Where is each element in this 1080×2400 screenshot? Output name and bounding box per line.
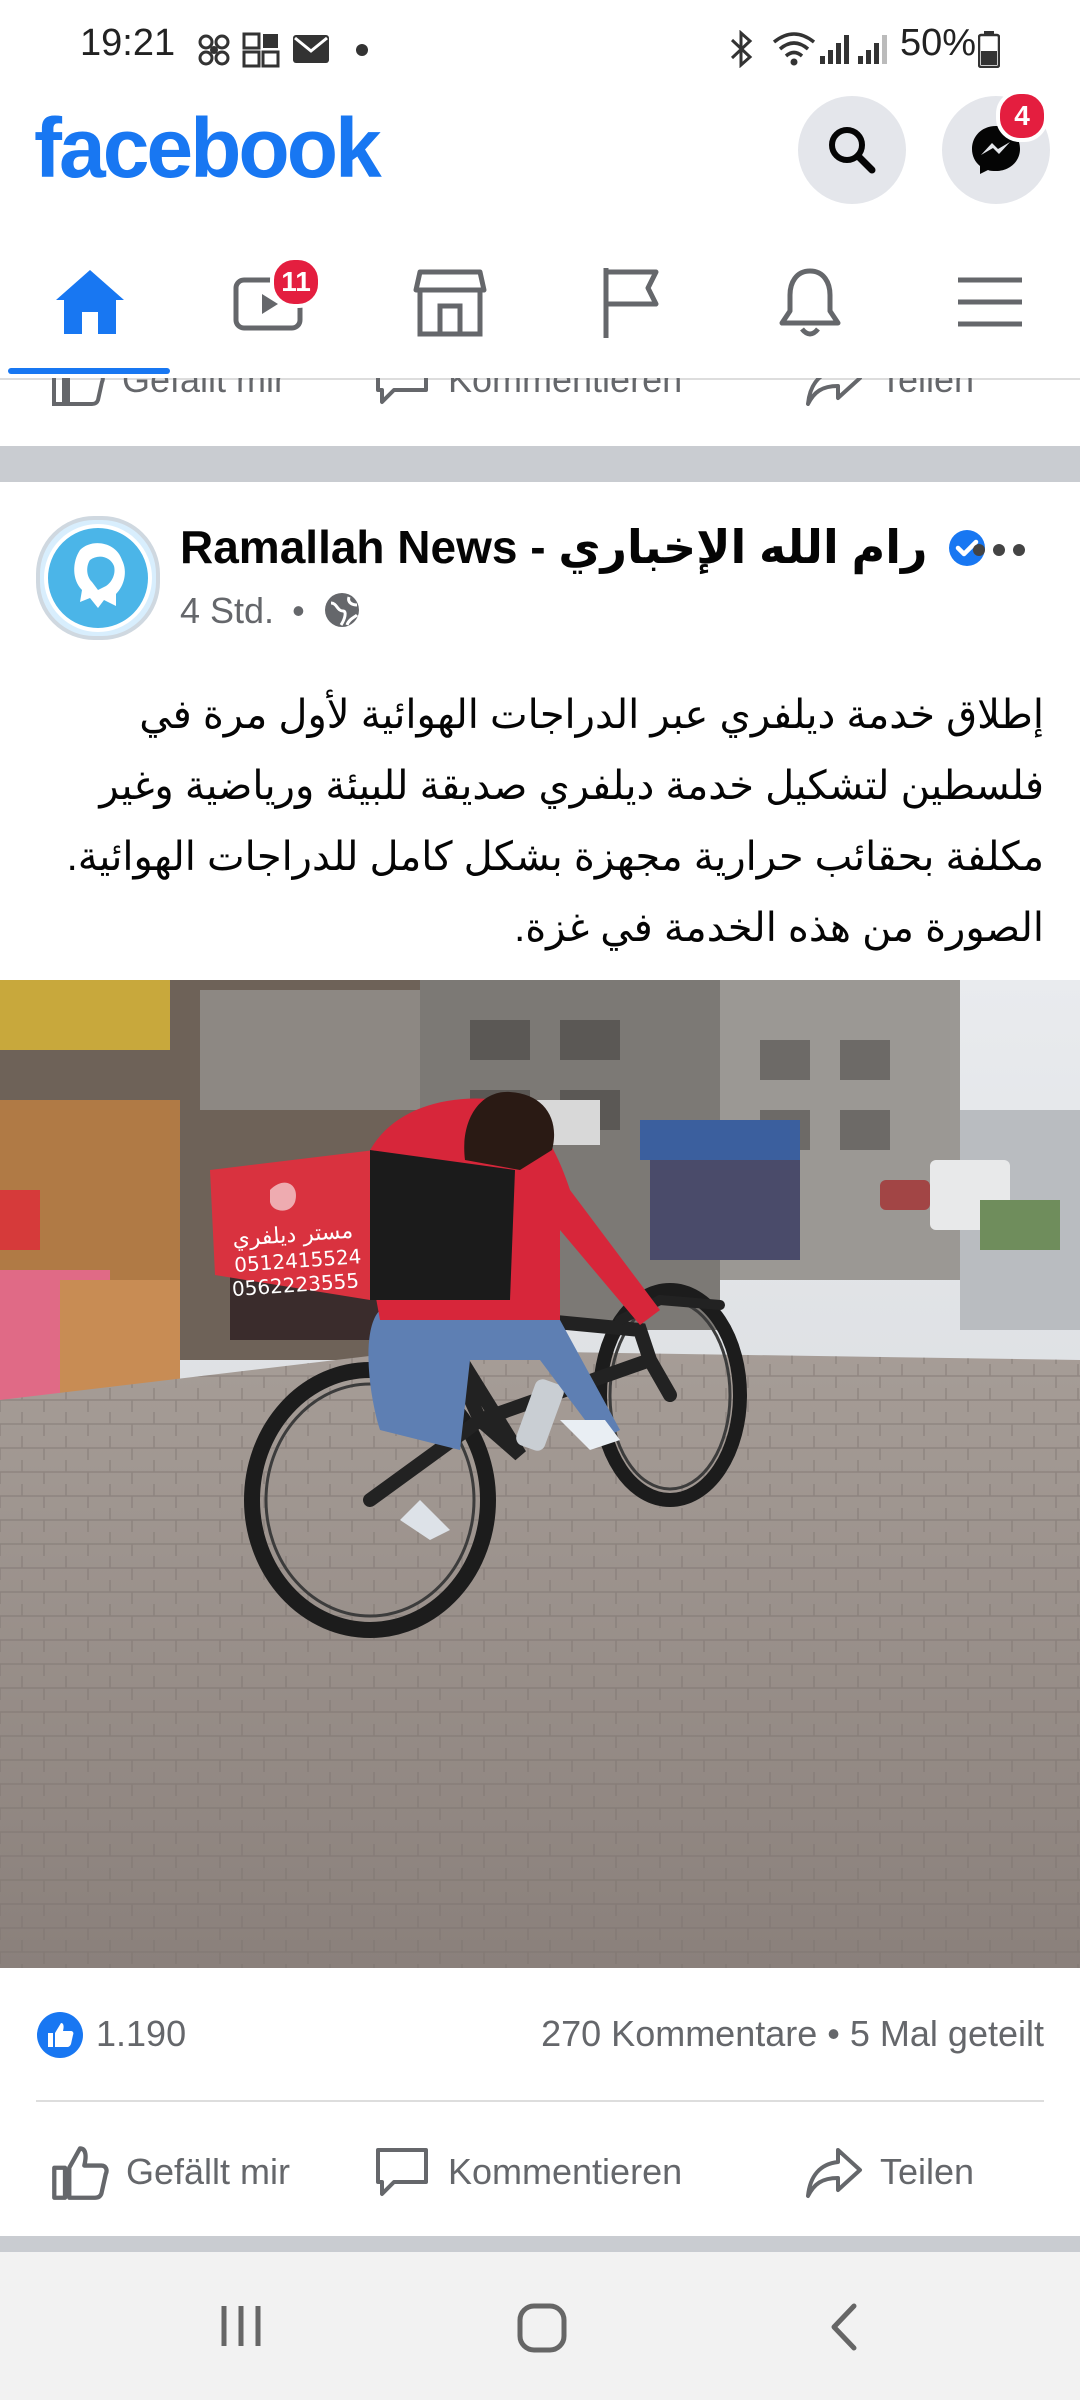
prev-share-button[interactable]: Teilen	[804, 378, 974, 406]
post-meta: 4 Std. •	[180, 590, 361, 632]
page-name-text: Ramallah News - رام الله الإخباري	[180, 521, 928, 573]
menu-icon	[958, 277, 1022, 327]
page-avatar[interactable]	[36, 516, 160, 640]
home-button-icon[interactable]	[516, 2302, 568, 2354]
lion-logo	[44, 524, 152, 632]
mail-icon	[293, 35, 329, 63]
home-icon	[56, 270, 124, 334]
battery-icon	[978, 31, 1000, 68]
post-time[interactable]: 4 Std.	[180, 590, 274, 631]
post-actions: Gefällt mir Kommentieren Teilen	[36, 2100, 1044, 2242]
search-icon	[829, 127, 876, 174]
prev-like-button[interactable]: Gefällt mir	[50, 378, 286, 406]
status-bar: 19:21 50%	[0, 0, 1080, 100]
comment-icon	[376, 378, 428, 404]
main-nav: 11	[0, 240, 1080, 380]
like-button[interactable]: Gefällt mir	[50, 2102, 290, 2242]
meta-dot: •	[292, 590, 305, 631]
system-navigation-bar	[0, 2252, 1080, 2400]
comment-count[interactable]: 270 Kommentare	[541, 2013, 817, 2054]
bell-icon	[779, 268, 841, 337]
bluetooth-icon	[730, 30, 753, 68]
more-options-button[interactable]	[972, 522, 1026, 567]
delivery-bag: مستر ديلفري 0512415524 0562223555	[210, 1150, 515, 1301]
signal-icon	[820, 35, 849, 64]
previous-post-actions: Gefällt mir Kommentieren Teilen	[0, 378, 1080, 406]
page-name[interactable]: Ramallah News - رام الله الإخباري	[180, 520, 986, 574]
comment-label: Kommentieren	[448, 2151, 683, 2192]
post-stats: 1.190 270 Kommentare • 5 Mal geteilt	[36, 2005, 1044, 2065]
marketplace-icon	[413, 269, 487, 337]
share-icon	[806, 2148, 862, 2198]
video-badge: 11	[270, 256, 322, 308]
pinwheel-icon	[198, 34, 230, 66]
facebook-logo[interactable]: facebook	[34, 100, 382, 197]
share-button[interactable]: Teilen	[804, 2102, 974, 2242]
messenger-button[interactable]: 4	[942, 90, 1050, 204]
stats-dot: •	[827, 2013, 850, 2054]
post-text: إطلاق خدمة ديلفري عبر الدراجات الهوائية …	[66, 693, 1044, 950]
tab-notifications[interactable]	[720, 240, 900, 378]
like-reaction-icon	[37, 2012, 83, 2058]
globe-icon	[324, 593, 359, 627]
back-icon[interactable]	[826, 2302, 860, 2352]
messenger-badge: 4	[996, 90, 1048, 142]
feed-separator	[0, 446, 1080, 482]
prev-like-label: Gefällt mir	[122, 378, 287, 400]
status-time: 19:21	[80, 22, 176, 64]
tab-marketplace[interactable]	[360, 240, 540, 378]
comment-button[interactable]: Kommentieren	[372, 2102, 682, 2242]
like-label: Gefällt mir	[126, 2151, 291, 2192]
prev-comment-label: Kommentieren	[448, 378, 683, 400]
search-button[interactable]	[798, 96, 906, 204]
comments-shares: 270 Kommentare • 5 Mal geteilt	[541, 2013, 1044, 2055]
share-icon	[806, 378, 862, 406]
delivery-bike-photo: مستر ديلفري 0512415524 0562223555	[0, 980, 1080, 1968]
prev-comment-button[interactable]: Kommentieren	[372, 378, 682, 406]
wifi-icon	[772, 32, 816, 66]
share-count[interactable]: 5 Mal geteilt	[850, 2013, 1044, 2054]
reaction-count[interactable]: 1.190	[96, 2013, 186, 2055]
recent-apps-icon[interactable]	[216, 2302, 266, 2350]
gallery-icon	[242, 32, 280, 68]
share-label: Teilen	[880, 2151, 975, 2192]
battery-percent: 50%	[900, 22, 977, 64]
tab-menu[interactable]	[900, 240, 1080, 378]
signal-icon-2	[858, 35, 887, 64]
tab-pages[interactable]	[540, 240, 720, 378]
tab-video[interactable]: 11	[180, 240, 360, 378]
flag-icon	[603, 268, 659, 338]
post-photo[interactable]: مستر ديلفري 0512415524 0562223555	[0, 980, 1080, 1968]
tab-home[interactable]	[0, 240, 180, 378]
comment-icon	[376, 2148, 428, 2196]
thumbs-up-icon	[52, 2146, 109, 2200]
more-icon	[973, 544, 1025, 556]
feed-separator-bottom	[0, 2236, 1080, 2252]
thumbs-up-icon	[52, 378, 105, 406]
active-tab-indicator	[8, 368, 170, 374]
prev-share-label: Teilen	[880, 378, 975, 400]
notification-dot	[356, 44, 368, 56]
